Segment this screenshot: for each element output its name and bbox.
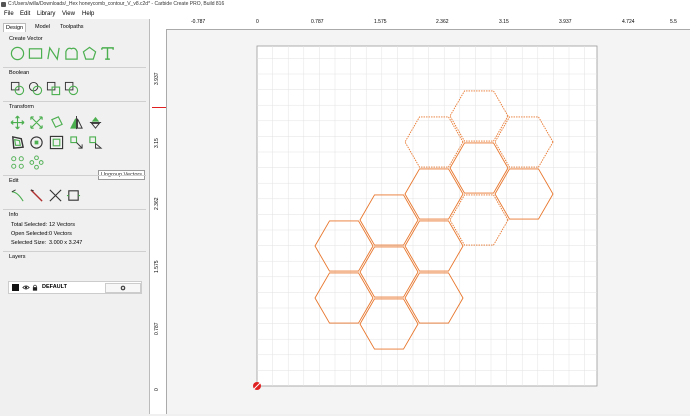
menu-help[interactable]: Help [82, 11, 94, 17]
section-info: Info [9, 212, 19, 218]
ruler-label: 0 [154, 388, 160, 391]
ruler-label: -0.787 [191, 19, 206, 25]
ruler-label: 1.575 [374, 19, 387, 25]
fillet-icon[interactable] [10, 188, 25, 203]
section-boolean: Boolean [9, 70, 30, 76]
design-panel: Design Model Toolpaths Create Vector Boo… [0, 19, 150, 414]
mirror-icon[interactable] [69, 115, 84, 130]
menu-file[interactable]: File [4, 11, 14, 17]
ruler-label: 1.575 [154, 260, 160, 273]
rectangle-tool-icon[interactable] [28, 46, 43, 61]
tab-design[interactable]: Design [3, 23, 27, 32]
layer-settings-button[interactable] [105, 283, 141, 293]
app-icon [1, 2, 6, 7]
menu-view[interactable]: View [62, 11, 75, 17]
separator [3, 209, 146, 210]
boolean-union-icon[interactable] [10, 81, 25, 96]
separator [3, 67, 146, 68]
layer-row-default[interactable]: DEFAULT [8, 281, 142, 294]
separator [3, 175, 146, 176]
info-selected-size-value: 3.000 x 3.247 [49, 240, 83, 246]
section-transform: Transform [9, 104, 34, 110]
polygon-tool-icon[interactable] [82, 46, 97, 61]
text-tool-icon[interactable] [100, 46, 115, 61]
window-title: C:/Users/willa/Downloads/_Hex honeycomb_… [8, 1, 225, 7]
design-canvas[interactable] [167, 30, 690, 414]
menu-bar: File Edit Library View Help [0, 10, 690, 19]
boolean-exclude-icon[interactable] [64, 81, 79, 96]
lock-icon[interactable] [32, 284, 38, 291]
tab-toolpaths[interactable]: Toolpaths [58, 23, 86, 31]
info-open-selected-value: 0 Vectors [49, 231, 72, 237]
ruler-label: 2.362 [436, 19, 449, 25]
scale-icon[interactable] [29, 115, 44, 130]
menu-edit[interactable]: Edit [20, 11, 30, 17]
layer-name: DEFAULT [42, 284, 67, 290]
work-area [256, 45, 598, 387]
node-edit-icon[interactable] [29, 135, 44, 150]
menu-library[interactable]: Library [37, 11, 55, 17]
canvas-drawing[interactable] [167, 30, 690, 414]
section-layers: Layers [9, 254, 26, 260]
title-bar: C:/Users/willa/Downloads/_Hex honeycomb_… [0, 0, 690, 10]
ruler-label: 0.787 [154, 322, 160, 335]
ruler-label: 0 [256, 19, 259, 25]
join-icon[interactable] [66, 188, 81, 203]
layer-color-swatch[interactable] [12, 284, 19, 291]
ruler-label: 3.15 [154, 138, 160, 148]
section-edit: Edit [9, 178, 19, 184]
ruler-label: 2.362 [154, 197, 160, 210]
ruler-label: 0.787 [311, 19, 324, 25]
ruler-label: 4.724 [622, 19, 635, 25]
horizontal-ruler: -0.787 0 0.787 1.575 2.362 3.15 3.937 4.… [150, 19, 690, 30]
separator [3, 251, 146, 252]
info-open-selected: Open Selected: 0 Vectors [11, 231, 72, 237]
section-create-vector: Create Vector [9, 36, 43, 42]
ruler-label: 3.937 [154, 72, 160, 85]
boolean-subtract-icon[interactable] [28, 81, 43, 96]
info-total-selected-label: Total Selected: [11, 222, 48, 228]
knife-icon[interactable] [29, 188, 44, 203]
eye-icon[interactable] [22, 284, 30, 291]
info-total-selected-value: 12 Vectors [49, 222, 75, 228]
ruler-label: 5.5 [670, 19, 677, 25]
circular-array-icon[interactable] [10, 155, 25, 170]
move-icon[interactable] [10, 115, 25, 130]
gear-icon [120, 285, 126, 291]
info-total-selected: Total Selected: 12 Vectors [11, 222, 75, 228]
info-open-selected-label: Open Selected: [11, 231, 49, 237]
curve-tool-icon[interactable] [64, 46, 79, 61]
grid-array-icon[interactable] [29, 155, 44, 170]
ruler-label: 3.937 [559, 19, 572, 25]
circle-tool-icon[interactable] [10, 46, 25, 61]
vertical-ruler: 3.937 3.15 2.362 1.575 0.787 0 [150, 29, 167, 414]
flip-vertical-icon[interactable] [88, 115, 103, 130]
tab-model[interactable]: Model [33, 23, 52, 31]
polyline-tool-icon[interactable] [46, 46, 61, 61]
separator [3, 101, 146, 102]
ungroup-icon[interactable] [88, 135, 103, 150]
group-icon[interactable] [49, 135, 64, 150]
rotate-icon[interactable] [49, 115, 64, 130]
trim-icon[interactable] [48, 188, 63, 203]
cursor-marker [152, 107, 166, 108]
info-selected-size-label: Selected Size: [11, 240, 47, 246]
offset-icon[interactable] [10, 135, 25, 150]
info-selected-size: Selected Size: 3.000 x 3.247 [11, 240, 82, 246]
boolean-intersect-icon[interactable] [46, 81, 61, 96]
ruler-label: 3.15 [499, 19, 509, 25]
align-icon[interactable] [69, 135, 84, 150]
